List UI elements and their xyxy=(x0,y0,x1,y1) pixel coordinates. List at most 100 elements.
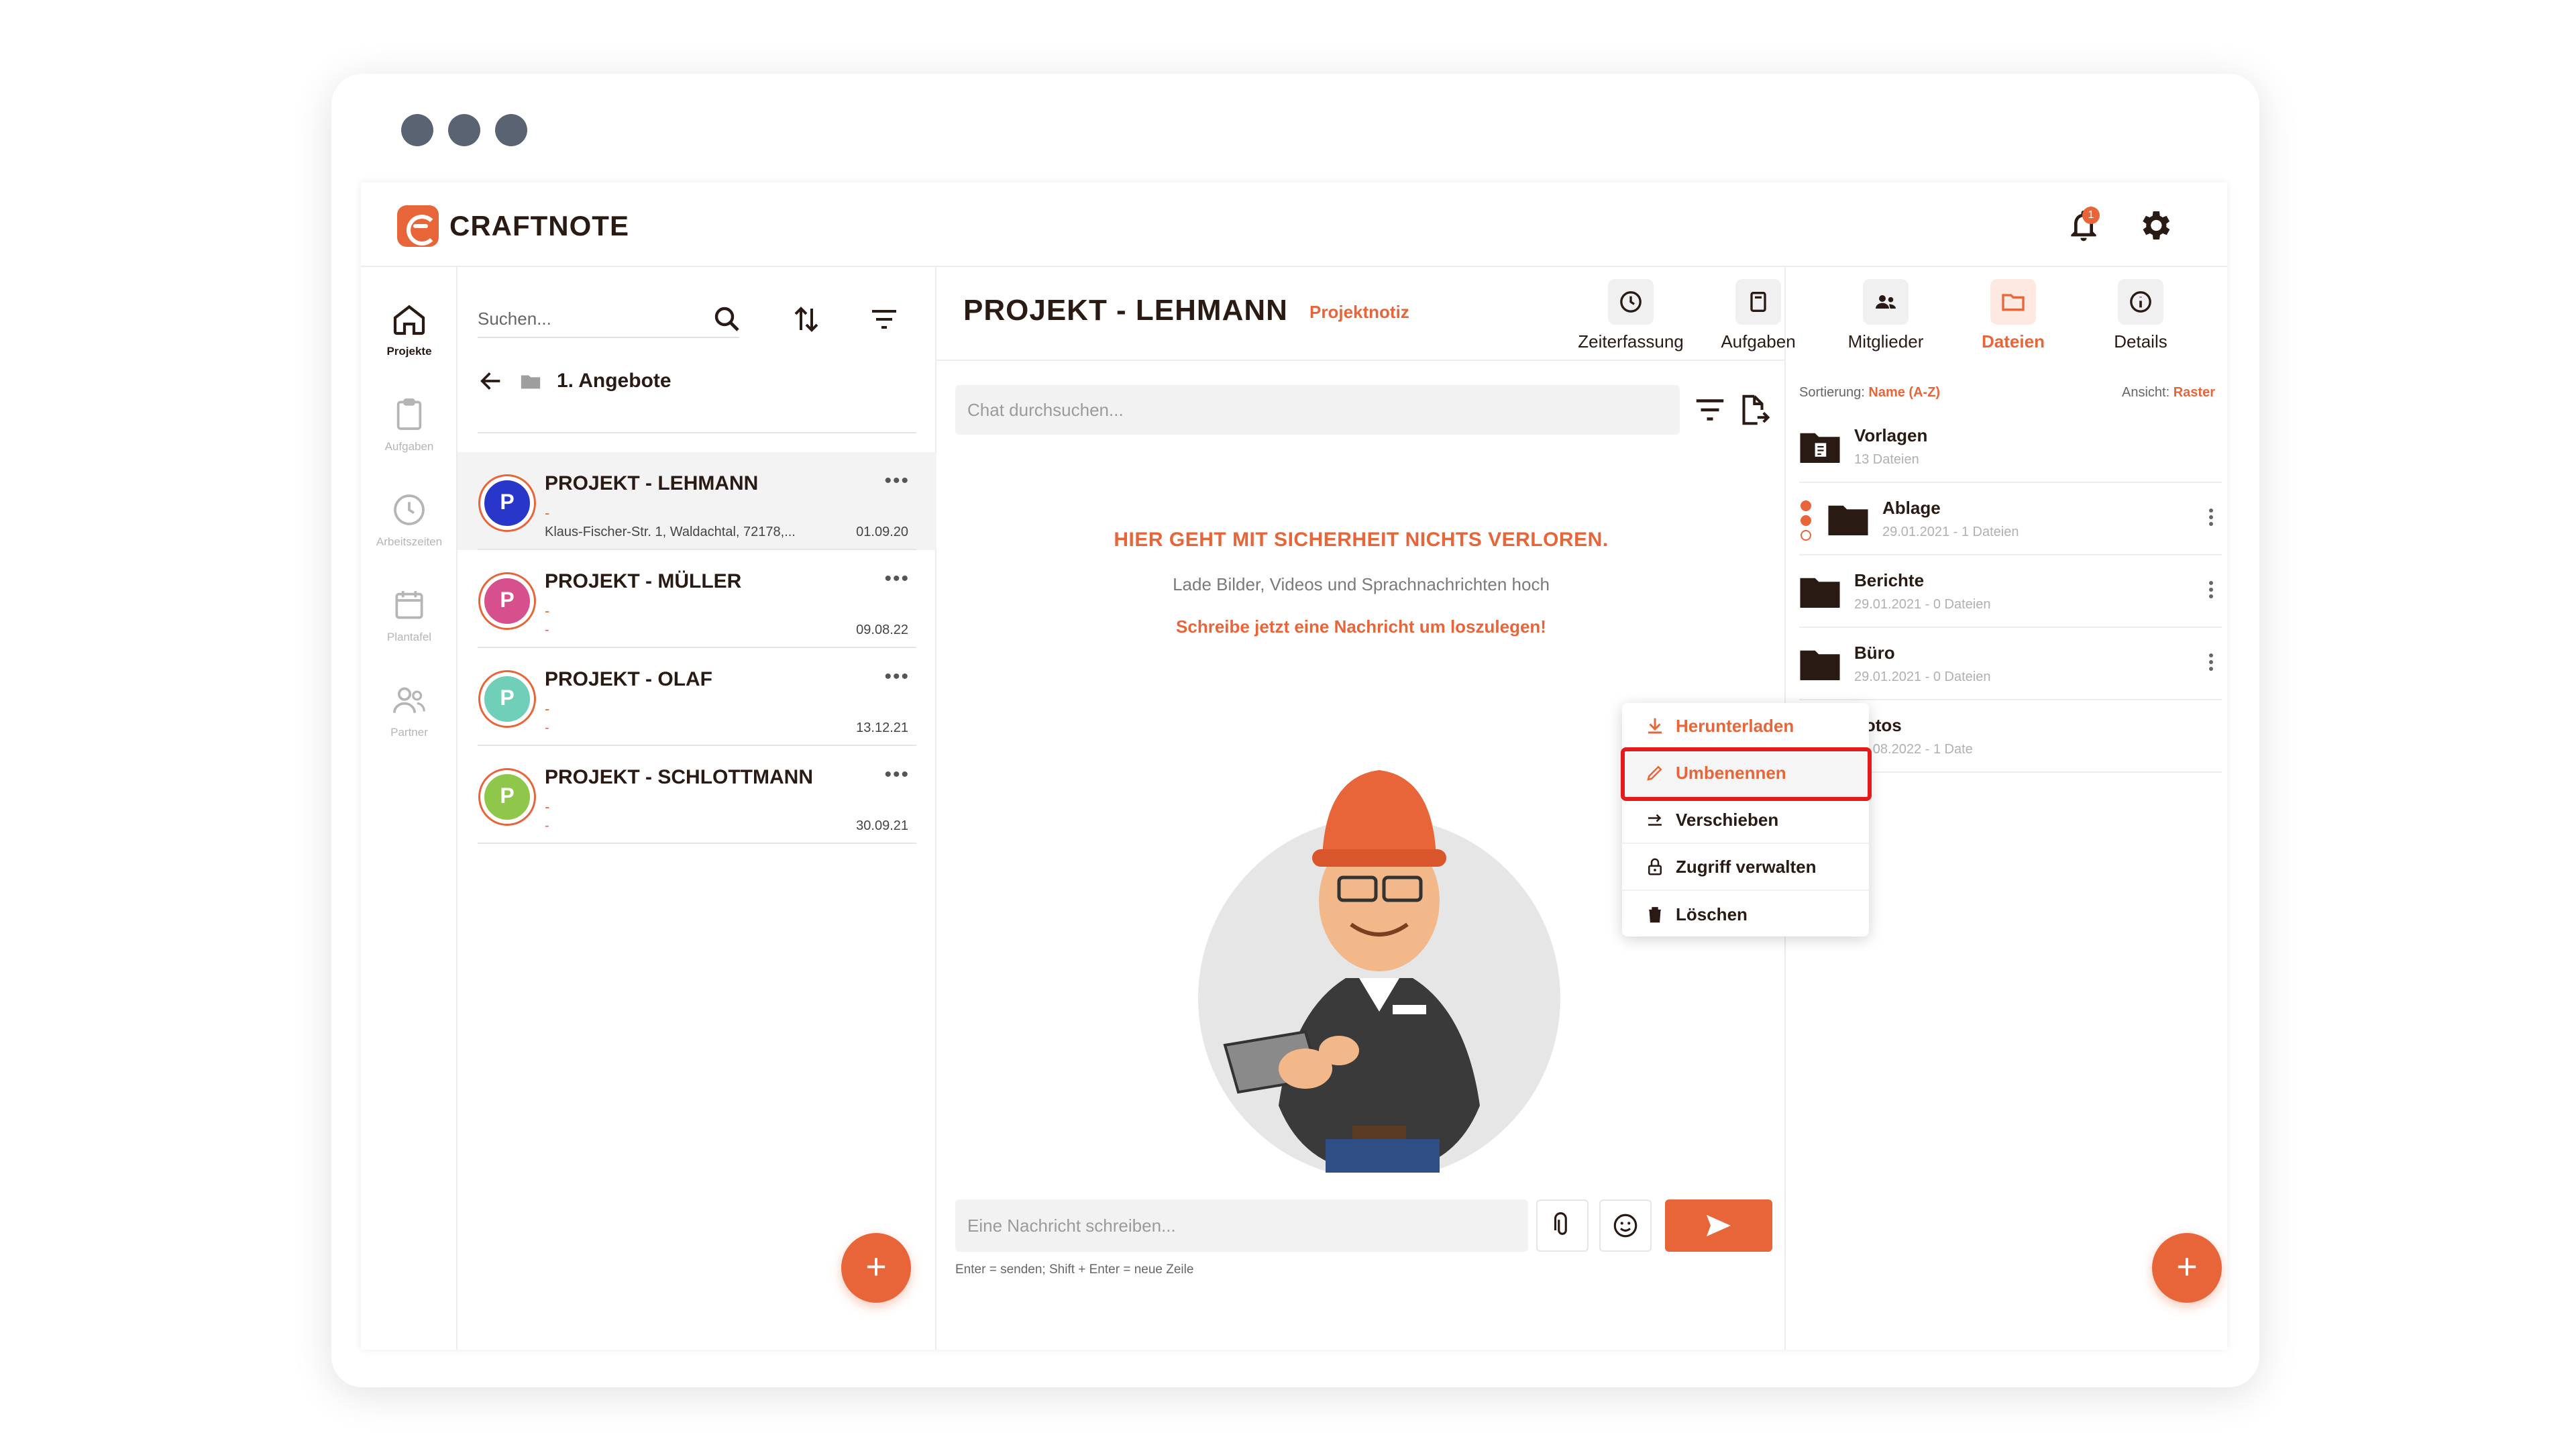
more-icon[interactable]: ••• xyxy=(884,763,910,786)
empty-heading: HIER GEHT MIT SICHERHEIT NICHTS VERLOREN… xyxy=(1114,529,1609,551)
menu-label: Zugriff verwalten xyxy=(1676,856,1817,877)
nav-rail: Projekte Aufgaben Arbeitszeiten Plantafe… xyxy=(361,267,458,1350)
project-note-link[interactable]: Projektnotiz xyxy=(1309,302,1409,323)
tab-zeiterfassung[interactable]: Zeiterfassung xyxy=(1567,279,1695,352)
folder-icon xyxy=(1800,578,1840,608)
logo-icon xyxy=(397,205,439,247)
menu-label: Herunterladen xyxy=(1676,715,1794,736)
folder-meta: 13 Dateien xyxy=(1854,452,1919,467)
more-icon[interactable]: ••• xyxy=(884,470,910,492)
project-name: PROJEKT - MÜLLER xyxy=(545,570,742,592)
filter-icon[interactable] xyxy=(1692,392,1728,428)
window-dot[interactable] xyxy=(401,114,433,146)
nav-item-aufgaben[interactable]: Aufgaben xyxy=(361,396,458,453)
view-control[interactable]: Ansicht: Raster xyxy=(2122,385,2215,400)
clock-icon xyxy=(1620,291,1642,313)
folder-name: Berichte xyxy=(1854,570,1925,590)
nav-item-arbeitszeiten[interactable]: Arbeitszeiten xyxy=(361,491,458,549)
app-window: CRAFTNOTE 1 Projekte Aufgaben Arbeitszei… xyxy=(361,182,2227,1350)
project-name: PROJEKT - LEHMANN xyxy=(545,472,759,494)
folder-row[interactable]: Büro 29.01.2021 - 0 Dateien xyxy=(1799,628,2222,700)
avatar: P xyxy=(480,574,534,628)
status-dot xyxy=(1801,515,1811,526)
folder-row[interactable]: Berichte 29.01.2021 - 0 Dateien xyxy=(1799,555,2222,628)
filter-icon[interactable] xyxy=(868,303,900,335)
folder-more-icon[interactable] xyxy=(2204,651,2218,678)
project-item[interactable]: P PROJEKT - SCHLOTTMANN - - 30.09.21 ••• xyxy=(458,746,936,844)
people-icon xyxy=(392,687,425,713)
empty-cta: Schreibe jetzt eine Nachricht um loszule… xyxy=(1176,616,1546,637)
status-dot xyxy=(1801,500,1811,511)
calendar-icon xyxy=(395,591,423,619)
move-icon xyxy=(1648,814,1662,826)
nav-label: Plantafel xyxy=(386,631,432,643)
nav-label: Arbeitszeiten xyxy=(376,535,443,548)
gear-icon[interactable] xyxy=(2136,207,2174,244)
nav-item-plantafel[interactable]: Plantafel xyxy=(361,586,458,644)
highlight-annotation xyxy=(1621,747,1872,801)
folder-row[interactable]: Ablage 29.01.2021 - 1 Dateien xyxy=(1799,483,2222,555)
breadcrumb: 1. Angebote xyxy=(478,368,672,394)
more-icon[interactable]: ••• xyxy=(884,665,910,688)
menu-item-access[interactable]: Zugriff verwalten xyxy=(1622,844,1869,891)
sort-icon[interactable] xyxy=(790,303,822,335)
folder-tags xyxy=(1801,500,1811,545)
nav-item-projekte[interactable]: Projekte xyxy=(361,301,458,358)
sort-label: Sortierung: xyxy=(1799,385,1865,400)
template-folder-icon xyxy=(1800,433,1840,463)
project-subline: - xyxy=(545,798,550,815)
add-project-button[interactable]: + xyxy=(841,1233,911,1303)
page-title: PROJEKT - LEHMANN xyxy=(963,294,1288,327)
add-file-button[interactable]: + xyxy=(2152,1233,2222,1303)
export-file-icon[interactable] xyxy=(1735,392,1771,428)
folder-name: Vorlagen xyxy=(1854,425,1928,445)
project-address: - xyxy=(545,720,549,735)
menu-item-download[interactable]: Herunterladen xyxy=(1622,703,1869,750)
tab-label: Zeiterfassung xyxy=(1578,331,1684,352)
project-name: PROJEKT - OLAF xyxy=(545,668,713,690)
project-date: 01.09.20 xyxy=(856,525,908,539)
back-arrow-icon[interactable] xyxy=(478,368,504,394)
menu-item-delete[interactable]: Löschen xyxy=(1622,891,1869,938)
window-dot[interactable] xyxy=(448,114,480,146)
project-item[interactable]: P PROJEKT - OLAF - - 13.12.21 ••• xyxy=(458,648,936,746)
trash-icon xyxy=(1649,907,1661,923)
status-dot xyxy=(1801,530,1811,541)
menu-item-move[interactable]: Verschieben xyxy=(1622,797,1869,844)
nav-label: Projekte xyxy=(386,345,432,358)
send-button[interactable] xyxy=(1665,1199,1772,1252)
paperclip-icon xyxy=(1554,1212,1567,1235)
search-icon[interactable] xyxy=(711,303,743,335)
project-item[interactable]: P PROJEKT - LEHMANN - Klaus-Fischer-Str.… xyxy=(458,452,936,550)
project-search-input[interactable] xyxy=(478,301,739,338)
attach-button[interactable] xyxy=(1536,1199,1589,1252)
folder-more-icon[interactable] xyxy=(2204,578,2218,605)
project-list-panel: 1. Angebote P PROJEKT - LEHMANN - Klaus-… xyxy=(458,267,936,1350)
logo[interactable]: CRAFTNOTE xyxy=(397,205,629,247)
message-input[interactable] xyxy=(955,1199,1528,1252)
more-icon[interactable]: ••• xyxy=(884,568,910,590)
folder-meta: 29.01.2021 - 0 Dateien xyxy=(1854,669,1991,684)
clipboard-icon xyxy=(396,398,422,430)
folder-icon xyxy=(521,375,541,389)
project-date: 30.09.21 xyxy=(856,818,908,833)
emoji-button[interactable] xyxy=(1599,1199,1652,1252)
folder-row[interactable]: Vorlagen 13 Dateien xyxy=(1799,411,2222,483)
project-item[interactable]: P PROJEKT - MÜLLER - - 09.08.22 ••• xyxy=(458,550,936,648)
sort-control[interactable]: Sortierung: Name (A-Z) xyxy=(1799,385,1940,400)
nav-item-partner[interactable]: Partner xyxy=(361,682,458,739)
craftsman-illustration xyxy=(1198,770,1560,1173)
avatar: P xyxy=(480,770,534,824)
chat-search-input[interactable] xyxy=(955,385,1680,435)
notifications-button[interactable]: 1 xyxy=(2065,207,2102,244)
avatar: P xyxy=(480,672,534,726)
top-bar: CRAFTNOTE 1 xyxy=(361,182,2227,267)
folder-more-icon[interactable] xyxy=(2204,506,2218,533)
folder-name: Ablage xyxy=(1882,498,1941,518)
home-icon xyxy=(393,305,425,335)
context-menu: Herunterladen Umbenennen Verschieben Zug… xyxy=(1622,703,1869,936)
empty-state: HIER GEHT MIT SICHERHEIT NICHTS VERLOREN… xyxy=(936,529,1786,637)
window-dot[interactable] xyxy=(495,114,527,146)
nav-label: Partner xyxy=(390,726,428,739)
folder-meta: 29.01.2021 - 0 Dateien xyxy=(1854,597,1991,612)
